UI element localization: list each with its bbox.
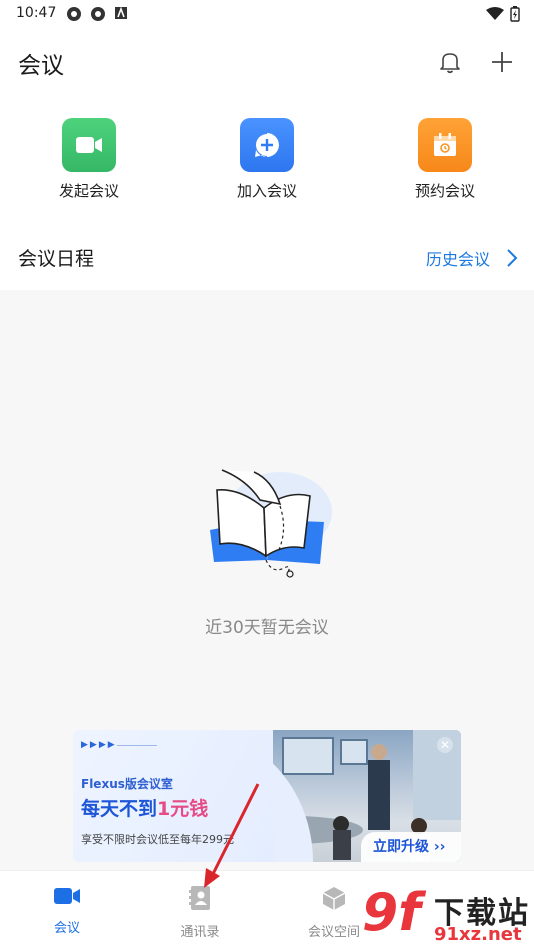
notification-icons xyxy=(66,6,128,22)
battery-icon xyxy=(510,6,520,22)
watermark-logo-icon: 9f xyxy=(362,883,421,943)
close-icon: ✕ xyxy=(439,738,451,752)
page-title: 会议 xyxy=(18,53,64,79)
video-camera-icon xyxy=(76,137,102,153)
plus-icon xyxy=(492,52,512,72)
notification-bell-button[interactable] xyxy=(436,48,464,76)
site-watermark: 9f 下载站 91xz.net xyxy=(362,884,534,950)
upgrade-now-button[interactable]: 立即升级 ›› xyxy=(361,832,461,862)
join-meeting-label: 加入会议 xyxy=(236,182,297,200)
a-notification-icon xyxy=(115,6,127,19)
tab-contacts-label: 通讯录 xyxy=(180,925,220,940)
join-meeting-tile xyxy=(240,118,294,172)
video-camera-icon xyxy=(54,888,80,904)
tab-contacts[interactable]: 通讯录 xyxy=(150,885,250,940)
banner-line-decoration xyxy=(117,745,157,746)
app-notification-icon xyxy=(67,7,81,21)
start-meeting-tile xyxy=(62,118,116,172)
schedule-title: 会议日程 xyxy=(18,248,95,270)
empty-state-text: 近30天暂无会议 xyxy=(205,618,329,638)
header: 会议 xyxy=(0,28,534,96)
banner-headline-prefix: 每天不到 xyxy=(81,798,158,820)
upgrade-label: 立即升级 xyxy=(373,839,429,855)
status-bar: 10:47 xyxy=(0,0,534,28)
watermark-url: 91xz.net xyxy=(434,924,522,945)
double-chevron-icon: ›› xyxy=(433,839,446,855)
calendar-icon xyxy=(434,133,456,156)
chevron-right-icon[interactable] xyxy=(506,248,518,268)
schedule-section-header: 会议日程 历史会议 xyxy=(0,230,534,288)
start-meeting-label: 发起会议 xyxy=(58,182,119,200)
status-time: 10:47 xyxy=(16,5,57,21)
red-arrow-annotation-icon xyxy=(204,783,260,888)
join-meeting-button[interactable]: 加入会议 xyxy=(212,118,322,201)
start-meeting-button[interactable]: 发起会议 xyxy=(34,118,144,201)
bell-icon xyxy=(440,53,460,74)
app-notification-icon xyxy=(91,7,105,21)
schedule-meeting-label: 预约会议 xyxy=(414,182,475,200)
tab-meetings-label: 会议 xyxy=(53,921,80,936)
banner-arrows-decoration: ▶▶▶▶ xyxy=(81,740,117,750)
banner-headline: 每天不到1元钱 xyxy=(81,794,208,821)
wifi-icon xyxy=(486,7,504,20)
cube-icon xyxy=(322,887,346,910)
close-banner-button[interactable]: ✕ xyxy=(437,737,453,753)
schedule-meeting-tile xyxy=(418,118,472,172)
banner-subtitle: Flexus版会议室 xyxy=(81,777,173,791)
quick-actions: 发起会议 加入会议 预约会议 xyxy=(0,110,534,210)
schedule-meeting-button[interactable]: 预约会议 xyxy=(390,118,500,201)
empty-book-illustration-icon xyxy=(210,469,332,578)
add-button[interactable] xyxy=(488,48,516,76)
promo-banner[interactable]: ▶▶▶▶ Flexus版会议室 每天不到1元钱 享受不限时会议低至每年299元 … xyxy=(73,730,461,862)
system-icons xyxy=(486,6,520,22)
add-circle-icon xyxy=(255,133,279,157)
tab-meetings[interactable]: 会议 xyxy=(17,885,117,936)
history-meetings-link[interactable]: 历史会议 xyxy=(426,246,490,270)
